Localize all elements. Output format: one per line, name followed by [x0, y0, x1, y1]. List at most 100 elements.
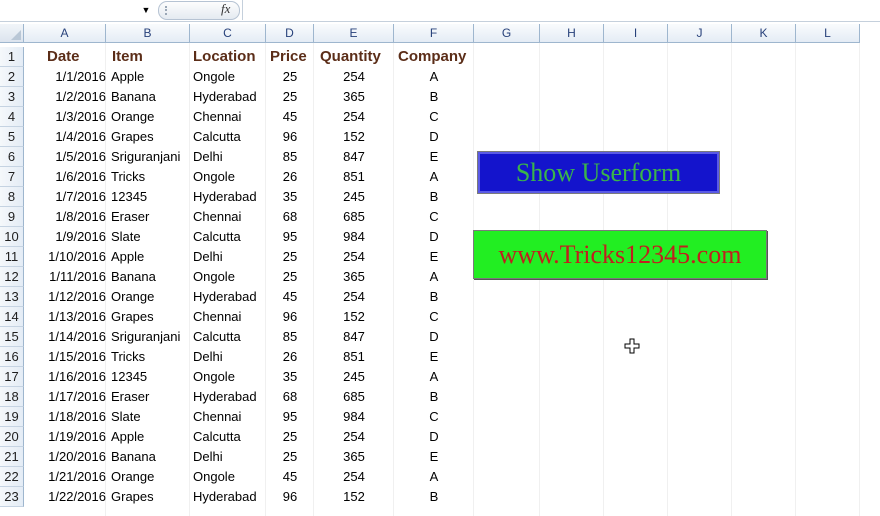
row-header-13[interactable]: 13	[0, 287, 24, 307]
cell-item[interactable]: 12345	[111, 367, 147, 387]
cell-quantity[interactable]: 365	[314, 87, 394, 107]
row-header-1[interactable]: 1	[0, 47, 24, 67]
cell-date[interactable]: 1/10/2016	[24, 247, 106, 267]
table-header-item[interactable]: Item	[112, 47, 143, 67]
cell-price[interactable]: 85	[266, 327, 314, 347]
cell-quantity[interactable]: 152	[314, 127, 394, 147]
cell-date[interactable]: 1/16/2016	[24, 367, 106, 387]
select-all-corner[interactable]	[0, 24, 24, 43]
cell-location[interactable]: Chennai	[193, 207, 241, 227]
row-header-6[interactable]: 6	[0, 147, 24, 167]
cell-item[interactable]: Apple	[111, 247, 144, 267]
cell-date[interactable]: 1/21/2016	[24, 467, 106, 487]
column-header-i[interactable]: I	[604, 24, 668, 43]
row-header-2[interactable]: 2	[0, 67, 24, 87]
cell-location[interactable]: Ongole	[193, 167, 235, 187]
name-box[interactable]: ▼	[0, 0, 152, 20]
cell-location[interactable]: Delhi	[193, 347, 223, 367]
cell-quantity[interactable]: 245	[314, 367, 394, 387]
column-header-h[interactable]: H	[540, 24, 604, 43]
cell-price[interactable]: 45	[266, 467, 314, 487]
cell-quantity[interactable]: 254	[314, 107, 394, 127]
cell-date[interactable]: 1/17/2016	[24, 387, 106, 407]
row-header-15[interactable]: 15	[0, 327, 24, 347]
cell-quantity[interactable]: 365	[314, 447, 394, 467]
row-header-16[interactable]: 16	[0, 347, 24, 367]
cell-location[interactable]: Delhi	[193, 247, 223, 267]
cell-price[interactable]: 45	[266, 287, 314, 307]
cell-date[interactable]: 1/8/2016	[24, 207, 106, 227]
cell-quantity[interactable]: 365	[314, 267, 394, 287]
cell-price[interactable]: 96	[266, 307, 314, 327]
cell-item[interactable]: Tricks	[111, 167, 145, 187]
cell-quantity[interactable]: 685	[314, 207, 394, 227]
cell-price[interactable]: 95	[266, 407, 314, 427]
cell-location[interactable]: Hyderabad	[193, 287, 257, 307]
cell-company[interactable]: D	[394, 327, 474, 347]
cell-quantity[interactable]: 984	[314, 407, 394, 427]
cell-item[interactable]: Orange	[111, 107, 154, 127]
formula-input[interactable]	[242, 0, 880, 20]
table-header-location[interactable]: Location	[193, 47, 256, 67]
show-userform-button[interactable]: Show Userform	[477, 151, 720, 194]
cell-price[interactable]: 68	[266, 207, 314, 227]
row-header-9[interactable]: 9	[0, 207, 24, 227]
chevron-down-icon[interactable]: ▼	[141, 3, 151, 17]
cell-company[interactable]: D	[394, 427, 474, 447]
row-header-7[interactable]: 7	[0, 167, 24, 187]
cell-quantity[interactable]: 152	[314, 487, 394, 507]
cell-date[interactable]: 1/11/2016	[24, 267, 106, 287]
cell-company[interactable]: A	[394, 67, 474, 87]
cell-price[interactable]: 26	[266, 347, 314, 367]
cell-location[interactable]: Calcutta	[193, 427, 241, 447]
cell-item[interactable]: Slate	[111, 407, 141, 427]
cell-company[interactable]: B	[394, 487, 474, 507]
cell-location[interactable]: Calcutta	[193, 227, 241, 247]
cell-date[interactable]: 1/19/2016	[24, 427, 106, 447]
cell-date[interactable]: 1/7/2016	[24, 187, 106, 207]
cell-location[interactable]: Hyderabad	[193, 187, 257, 207]
cell-date[interactable]: 1/15/2016	[24, 347, 106, 367]
cell-company[interactable]: C	[394, 307, 474, 327]
cell-location[interactable]: Hyderabad	[193, 487, 257, 507]
cell-item[interactable]: Banana	[111, 87, 156, 107]
row-header-20[interactable]: 20	[0, 427, 24, 447]
cell-company[interactable]: B	[394, 387, 474, 407]
column-header-k[interactable]: K	[732, 24, 796, 43]
cell-quantity[interactable]: 254	[314, 467, 394, 487]
cell-location[interactable]: Delhi	[193, 147, 223, 167]
row-header-18[interactable]: 18	[0, 387, 24, 407]
cell-price[interactable]: 45	[266, 107, 314, 127]
column-header-l[interactable]: L	[796, 24, 860, 43]
cell-company[interactable]: C	[394, 407, 474, 427]
cell-location[interactable]: Ongole	[193, 67, 235, 87]
cell-location[interactable]: Delhi	[193, 447, 223, 467]
cell-location[interactable]: Hyderabad	[193, 387, 257, 407]
cell-location[interactable]: Ongole	[193, 467, 235, 487]
row-header-21[interactable]: 21	[0, 447, 24, 467]
cell-price[interactable]: 95	[266, 227, 314, 247]
cell-price[interactable]: 25	[266, 67, 314, 87]
cell-item[interactable]: Grapes	[111, 127, 154, 147]
cell-price[interactable]: 26	[266, 167, 314, 187]
cell-price[interactable]: 25	[266, 247, 314, 267]
cell-item[interactable]: Apple	[111, 67, 144, 87]
cell-item[interactable]: Tricks	[111, 347, 145, 367]
cell-company[interactable]: C	[394, 207, 474, 227]
cell-company[interactable]: B	[394, 187, 474, 207]
cell-item[interactable]: Sriguranjani	[111, 327, 180, 347]
cell-item[interactable]: Eraser	[111, 207, 149, 227]
cell-company[interactable]: B	[394, 87, 474, 107]
cell-location[interactable]: Chennai	[193, 307, 241, 327]
cell-price[interactable]: 35	[266, 367, 314, 387]
row-header-23[interactable]: 23	[0, 487, 24, 507]
cell-company[interactable]: A	[394, 167, 474, 187]
cell-date[interactable]: 1/2/2016	[24, 87, 106, 107]
column-header-j[interactable]: J	[668, 24, 732, 43]
row-header-11[interactable]: 11	[0, 247, 24, 267]
cell-date[interactable]: 1/14/2016	[24, 327, 106, 347]
column-header-e[interactable]: E	[314, 24, 394, 43]
cell-quantity[interactable]: 254	[314, 427, 394, 447]
cell-date[interactable]: 1/6/2016	[24, 167, 106, 187]
cell-price[interactable]: 25	[266, 87, 314, 107]
